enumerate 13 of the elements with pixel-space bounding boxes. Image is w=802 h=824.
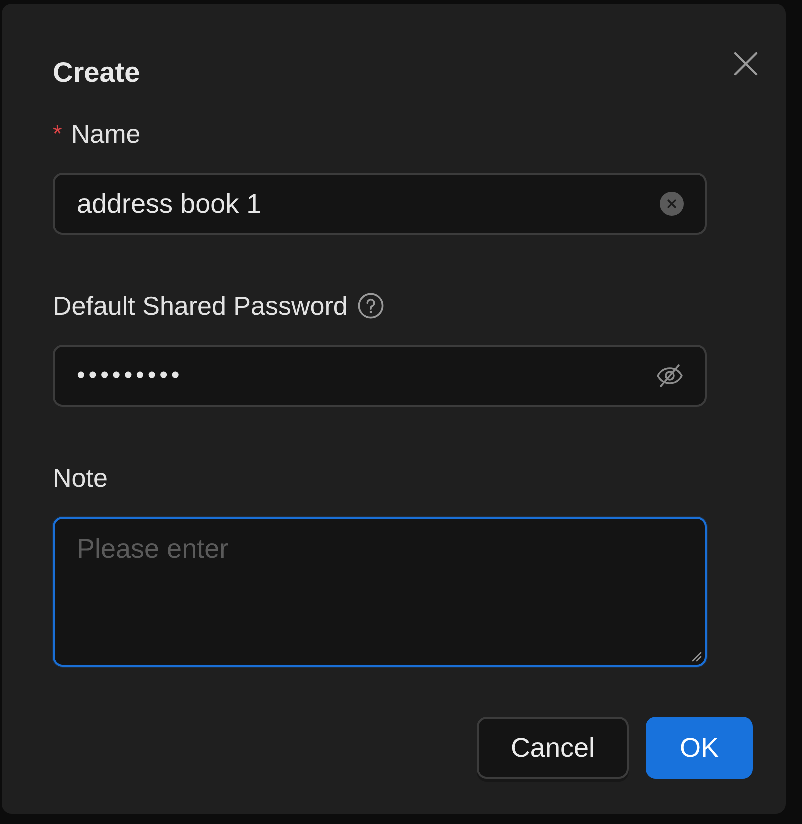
eye-slash-icon[interactable] bbox=[656, 364, 684, 388]
password-input[interactable]: ••••••••• bbox=[53, 345, 707, 407]
close-icon[interactable] bbox=[734, 52, 758, 76]
ok-button[interactable]: OK bbox=[646, 717, 753, 779]
required-asterisk: * bbox=[53, 120, 62, 150]
dialog-title: Create bbox=[53, 56, 140, 90]
clear-icon[interactable] bbox=[660, 192, 684, 216]
field-label: Name bbox=[71, 118, 141, 151]
resize-handle-icon bbox=[692, 652, 702, 662]
field-label: Note bbox=[53, 462, 108, 495]
field-label: Default Shared Password bbox=[53, 290, 348, 323]
cancel-button[interactable]: Cancel bbox=[476, 717, 629, 779]
text-input[interactable]: address book 1 bbox=[53, 173, 707, 235]
